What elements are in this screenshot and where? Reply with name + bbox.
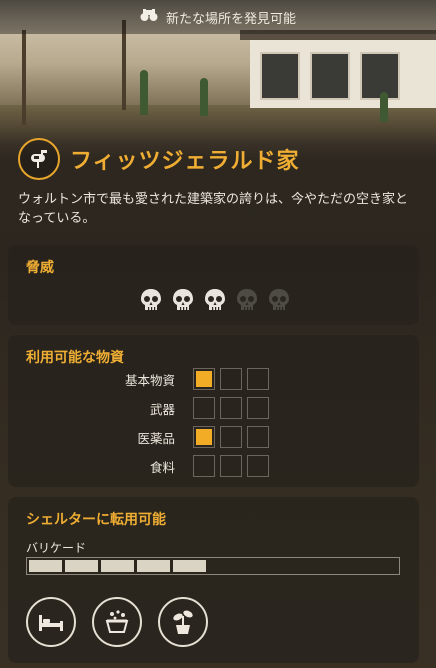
resource-level-box: [193, 455, 215, 477]
skull-icon: [234, 287, 260, 313]
threat-skulls: [138, 287, 292, 313]
resource-row: 食料: [8, 455, 274, 477]
cactus: [140, 70, 148, 115]
resource-label: 武器: [149, 401, 175, 417]
cactus: [200, 78, 208, 116]
resource-level-box: [220, 397, 242, 419]
location-header: フィッツジェラルド家: [18, 138, 300, 180]
binoculars-icon: [140, 8, 158, 26]
washtub-icon: [92, 597, 142, 647]
ground: [0, 105, 436, 140]
skull-icon: [266, 287, 292, 313]
resources-title: 利用可能な物資: [26, 350, 124, 366]
resource-level-box: [220, 455, 242, 477]
location-description: ウォルトン市で最も愛された建築家の誇りは、今やただの空き家となっている。: [18, 192, 409, 226]
resource-label: 基本物資: [124, 372, 175, 388]
barricade-bar: [26, 557, 400, 575]
barricade-label: バリケード: [26, 541, 87, 555]
resource-level-box: [193, 368, 215, 390]
threat-title: 脅威: [26, 260, 54, 276]
barricade-segment: [173, 560, 206, 572]
resource-level-box: [247, 368, 269, 390]
plant-pot-icon: [158, 597, 208, 647]
discover-text: 新たな場所を発見可能: [165, 11, 296, 27]
barricade-segment: [101, 560, 134, 572]
resource-level-box: [220, 368, 242, 390]
palm-tree: [22, 30, 26, 125]
resource-label: 食料: [149, 459, 175, 475]
bed-icon: [26, 597, 76, 647]
discover-banner: 新たな場所を発見可能: [0, 0, 436, 34]
location-title: フィッツジェラルド家: [70, 149, 300, 174]
shelter-title: シェルターに転用可能: [26, 512, 166, 528]
resource-label: 医薬品: [137, 430, 175, 446]
resources-panel: 利用可能な物資 基本物資武器医薬品食料: [8, 335, 419, 487]
resource-level-box: [247, 397, 269, 419]
resource-row: 医薬品: [8, 426, 274, 448]
resource-level-box: [193, 397, 215, 419]
barricade-segment: [65, 560, 98, 572]
skull-icon: [170, 287, 196, 313]
house: [240, 30, 436, 108]
mailbox-icon: [18, 138, 60, 180]
skull-icon: [138, 287, 164, 313]
resource-level-box: [247, 426, 269, 448]
shelter-features: [26, 597, 208, 647]
resource-level-box: [220, 426, 242, 448]
shelter-panel: シェルターに転用可能 バリケード: [8, 497, 419, 663]
resource-row: 基本物資: [8, 368, 274, 390]
resource-row: 武器: [8, 397, 274, 419]
cactus: [380, 92, 388, 122]
skull-icon: [202, 287, 228, 313]
threat-panel: 脅威: [8, 245, 419, 325]
resource-level-box: [247, 455, 269, 477]
resource-level-box: [193, 426, 215, 448]
barricade-segment: [137, 560, 170, 572]
barricade-segment: [29, 560, 62, 572]
